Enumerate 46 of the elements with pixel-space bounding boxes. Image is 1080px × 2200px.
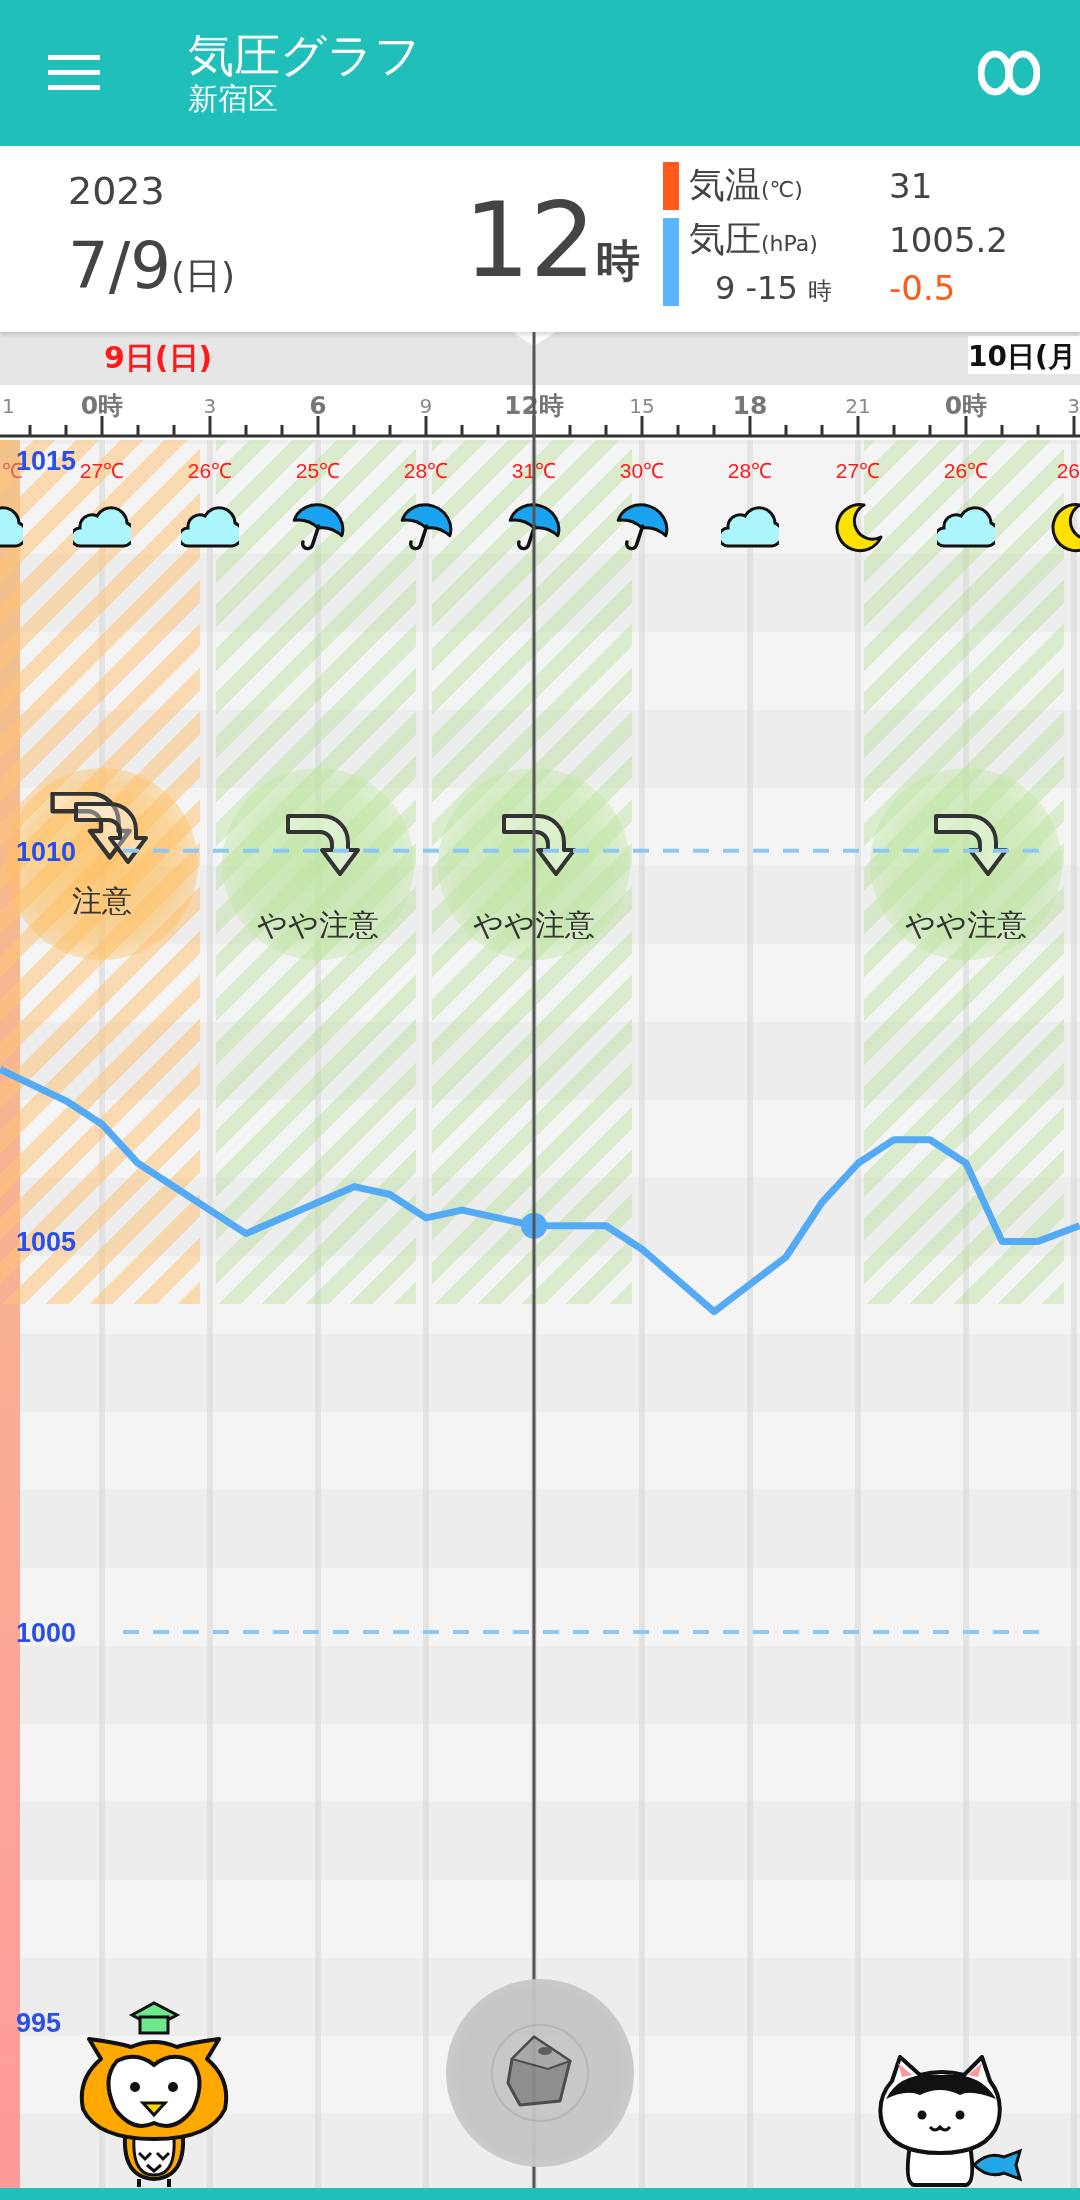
curved-arrow-icon xyxy=(500,812,578,878)
alert-label: やや注意 xyxy=(257,908,379,941)
legend-value: 31 xyxy=(889,169,934,203)
alert-label: やや注意 xyxy=(905,908,1027,941)
pressure-change-value: -0.5 xyxy=(889,271,957,305)
date-text: 7/9(日) xyxy=(68,234,237,303)
temperature-label: 26℃ xyxy=(187,460,233,481)
menu-icon[interactable] xyxy=(48,55,100,91)
hour-label: 6 xyxy=(309,390,327,422)
hour-label: 1 xyxy=(2,393,15,420)
date-label: 10日(月 xyxy=(968,336,1080,374)
pressure-axis-label: 1000 xyxy=(16,1617,77,1648)
legend-label: 気圧(hPa) xyxy=(689,220,819,260)
temperature-label: 28℃ xyxy=(403,460,449,481)
pressure-axis-label: 995 xyxy=(16,2008,62,2039)
date-label: 9日(日) xyxy=(104,340,213,376)
hour-label: 9 xyxy=(419,393,433,420)
hour-label: 21 xyxy=(845,393,871,420)
alert-label: やや注意 xyxy=(473,908,595,941)
pressure-axis-label: 1005 xyxy=(16,1227,77,1258)
temperature-label: 28℃ xyxy=(727,460,773,481)
hour-text: 12 時 xyxy=(463,188,640,292)
hour-label: 3 xyxy=(203,393,217,420)
time-range-label: 9 -15 時 xyxy=(714,272,833,304)
temperature-label: 30℃ xyxy=(619,460,665,481)
hour-label: 3 xyxy=(1067,393,1080,420)
hour-label: 0時 xyxy=(944,390,988,422)
hour-label: 18 xyxy=(732,390,768,422)
prism-icon xyxy=(490,2023,590,2123)
legend-value: 1005.2 xyxy=(889,223,1008,257)
location-name: 新宿区 xyxy=(188,81,279,118)
temperature-label: 26 xyxy=(1056,460,1080,481)
pressure-axis-label: 1010 xyxy=(16,836,77,867)
app-title: 気圧グラフ xyxy=(188,28,421,82)
legend-label: 気温(℃) xyxy=(689,166,804,206)
alert-label: 注意 xyxy=(72,884,132,917)
temperature-label: 26℃ xyxy=(943,460,989,481)
hour-label: 0時 xyxy=(80,390,124,422)
year-text: 2023 xyxy=(68,172,166,210)
temperature-label: 27℃ xyxy=(79,460,125,481)
curved-arrow-icon xyxy=(284,812,362,878)
temperature-label: 27℃ xyxy=(835,460,881,481)
hour-label: 15 xyxy=(629,393,655,420)
curved-arrow-icon xyxy=(932,812,1010,878)
double-ring-icon[interactable] xyxy=(978,50,1040,96)
temperature-label: 25℃ xyxy=(295,460,341,481)
